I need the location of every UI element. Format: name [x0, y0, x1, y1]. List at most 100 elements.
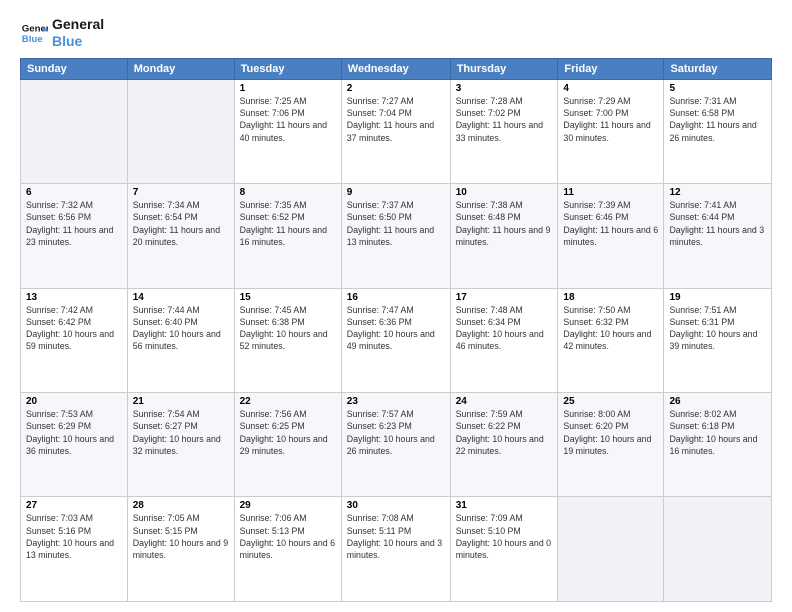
logo-text: General	[52, 16, 104, 33]
calendar-cell: 14Sunrise: 7:44 AM Sunset: 6:40 PM Dayli…	[127, 288, 234, 392]
calendar-cell	[127, 79, 234, 183]
day-info: Sunrise: 7:28 AM Sunset: 7:02 PM Dayligh…	[456, 95, 553, 144]
day-info: Sunrise: 8:02 AM Sunset: 6:18 PM Dayligh…	[669, 408, 766, 457]
day-number: 26	[669, 396, 766, 407]
day-number: 27	[26, 500, 122, 511]
calendar-cell	[558, 497, 664, 602]
calendar-cell: 1Sunrise: 7:25 AM Sunset: 7:06 PM Daylig…	[234, 79, 341, 183]
calendar-cell: 30Sunrise: 7:08 AM Sunset: 5:11 PM Dayli…	[341, 497, 450, 602]
calendar-cell: 3Sunrise: 7:28 AM Sunset: 7:02 PM Daylig…	[450, 79, 558, 183]
calendar-cell: 23Sunrise: 7:57 AM Sunset: 6:23 PM Dayli…	[341, 393, 450, 497]
day-number: 21	[133, 396, 229, 407]
day-info: Sunrise: 7:39 AM Sunset: 6:46 PM Dayligh…	[563, 199, 658, 248]
day-info: Sunrise: 7:50 AM Sunset: 6:32 PM Dayligh…	[563, 304, 658, 353]
calendar-cell	[21, 79, 128, 183]
calendar-week-1: 1Sunrise: 7:25 AM Sunset: 7:06 PM Daylig…	[21, 79, 772, 183]
calendar-cell: 22Sunrise: 7:56 AM Sunset: 6:25 PM Dayli…	[234, 393, 341, 497]
calendar-cell: 8Sunrise: 7:35 AM Sunset: 6:52 PM Daylig…	[234, 184, 341, 288]
day-number: 15	[240, 292, 336, 303]
calendar-cell: 4Sunrise: 7:29 AM Sunset: 7:00 PM Daylig…	[558, 79, 664, 183]
day-info: Sunrise: 7:31 AM Sunset: 6:58 PM Dayligh…	[669, 95, 766, 144]
calendar-cell: 27Sunrise: 7:03 AM Sunset: 5:16 PM Dayli…	[21, 497, 128, 602]
calendar-week-5: 27Sunrise: 7:03 AM Sunset: 5:16 PM Dayli…	[21, 497, 772, 602]
day-number: 11	[563, 187, 658, 198]
logo-subtext: Blue	[52, 33, 104, 50]
day-info: Sunrise: 7:38 AM Sunset: 6:48 PM Dayligh…	[456, 199, 553, 248]
calendar-week-4: 20Sunrise: 7:53 AM Sunset: 6:29 PM Dayli…	[21, 393, 772, 497]
logo: General Blue General Blue	[20, 16, 104, 50]
day-info: Sunrise: 8:00 AM Sunset: 6:20 PM Dayligh…	[563, 408, 658, 457]
weekday-header-friday: Friday	[558, 58, 664, 79]
day-info: Sunrise: 7:45 AM Sunset: 6:38 PM Dayligh…	[240, 304, 336, 353]
weekday-header-thursday: Thursday	[450, 58, 558, 79]
calendar-cell: 25Sunrise: 8:00 AM Sunset: 6:20 PM Dayli…	[558, 393, 664, 497]
calendar-cell: 10Sunrise: 7:38 AM Sunset: 6:48 PM Dayli…	[450, 184, 558, 288]
day-info: Sunrise: 7:35 AM Sunset: 6:52 PM Dayligh…	[240, 199, 336, 248]
day-number: 5	[669, 83, 766, 94]
calendar-cell: 7Sunrise: 7:34 AM Sunset: 6:54 PM Daylig…	[127, 184, 234, 288]
day-number: 3	[456, 83, 553, 94]
day-info: Sunrise: 7:44 AM Sunset: 6:40 PM Dayligh…	[133, 304, 229, 353]
day-number: 24	[456, 396, 553, 407]
day-number: 31	[456, 500, 553, 511]
calendar-cell: 19Sunrise: 7:51 AM Sunset: 6:31 PM Dayli…	[664, 288, 772, 392]
calendar-table: SundayMondayTuesdayWednesdayThursdayFrid…	[20, 58, 772, 602]
calendar-cell: 21Sunrise: 7:54 AM Sunset: 6:27 PM Dayli…	[127, 393, 234, 497]
calendar-cell: 6Sunrise: 7:32 AM Sunset: 6:56 PM Daylig…	[21, 184, 128, 288]
day-number: 25	[563, 396, 658, 407]
calendar-cell	[664, 497, 772, 602]
weekday-header-monday: Monday	[127, 58, 234, 79]
calendar-cell: 26Sunrise: 8:02 AM Sunset: 6:18 PM Dayli…	[664, 393, 772, 497]
day-info: Sunrise: 7:09 AM Sunset: 5:10 PM Dayligh…	[456, 512, 553, 561]
day-info: Sunrise: 7:41 AM Sunset: 6:44 PM Dayligh…	[669, 199, 766, 248]
day-info: Sunrise: 7:05 AM Sunset: 5:15 PM Dayligh…	[133, 512, 229, 561]
calendar-cell: 20Sunrise: 7:53 AM Sunset: 6:29 PM Dayli…	[21, 393, 128, 497]
day-number: 7	[133, 187, 229, 198]
day-number: 12	[669, 187, 766, 198]
header: General Blue General Blue	[20, 16, 772, 50]
page: General Blue General Blue SundayMondayTu…	[0, 0, 792, 612]
calendar-cell: 16Sunrise: 7:47 AM Sunset: 6:36 PM Dayli…	[341, 288, 450, 392]
day-info: Sunrise: 7:32 AM Sunset: 6:56 PM Dayligh…	[26, 199, 122, 248]
calendar-cell: 9Sunrise: 7:37 AM Sunset: 6:50 PM Daylig…	[341, 184, 450, 288]
day-number: 28	[133, 500, 229, 511]
day-number: 9	[347, 187, 445, 198]
day-number: 2	[347, 83, 445, 94]
day-number: 10	[456, 187, 553, 198]
day-info: Sunrise: 7:25 AM Sunset: 7:06 PM Dayligh…	[240, 95, 336, 144]
calendar-week-2: 6Sunrise: 7:32 AM Sunset: 6:56 PM Daylig…	[21, 184, 772, 288]
day-number: 19	[669, 292, 766, 303]
weekday-header-saturday: Saturday	[664, 58, 772, 79]
day-info: Sunrise: 7:48 AM Sunset: 6:34 PM Dayligh…	[456, 304, 553, 353]
calendar-cell: 28Sunrise: 7:05 AM Sunset: 5:15 PM Dayli…	[127, 497, 234, 602]
calendar-cell: 13Sunrise: 7:42 AM Sunset: 6:42 PM Dayli…	[21, 288, 128, 392]
calendar-cell: 2Sunrise: 7:27 AM Sunset: 7:04 PM Daylig…	[341, 79, 450, 183]
day-number: 20	[26, 396, 122, 407]
day-number: 8	[240, 187, 336, 198]
day-number: 4	[563, 83, 658, 94]
day-info: Sunrise: 7:06 AM Sunset: 5:13 PM Dayligh…	[240, 512, 336, 561]
svg-text:Blue: Blue	[22, 34, 43, 45]
day-number: 16	[347, 292, 445, 303]
weekday-header-wednesday: Wednesday	[341, 58, 450, 79]
weekday-header-tuesday: Tuesday	[234, 58, 341, 79]
day-info: Sunrise: 7:03 AM Sunset: 5:16 PM Dayligh…	[26, 512, 122, 561]
calendar-cell: 17Sunrise: 7:48 AM Sunset: 6:34 PM Dayli…	[450, 288, 558, 392]
day-number: 23	[347, 396, 445, 407]
day-info: Sunrise: 7:53 AM Sunset: 6:29 PM Dayligh…	[26, 408, 122, 457]
calendar-cell: 11Sunrise: 7:39 AM Sunset: 6:46 PM Dayli…	[558, 184, 664, 288]
weekday-header-row: SundayMondayTuesdayWednesdayThursdayFrid…	[21, 58, 772, 79]
day-info: Sunrise: 7:57 AM Sunset: 6:23 PM Dayligh…	[347, 408, 445, 457]
day-info: Sunrise: 7:08 AM Sunset: 5:11 PM Dayligh…	[347, 512, 445, 561]
day-number: 1	[240, 83, 336, 94]
logo-icon: General Blue	[20, 19, 48, 47]
calendar-cell: 15Sunrise: 7:45 AM Sunset: 6:38 PM Dayli…	[234, 288, 341, 392]
day-number: 29	[240, 500, 336, 511]
day-info: Sunrise: 7:51 AM Sunset: 6:31 PM Dayligh…	[669, 304, 766, 353]
day-info: Sunrise: 7:54 AM Sunset: 6:27 PM Dayligh…	[133, 408, 229, 457]
day-info: Sunrise: 7:34 AM Sunset: 6:54 PM Dayligh…	[133, 199, 229, 248]
day-info: Sunrise: 7:47 AM Sunset: 6:36 PM Dayligh…	[347, 304, 445, 353]
day-number: 6	[26, 187, 122, 198]
calendar-cell: 12Sunrise: 7:41 AM Sunset: 6:44 PM Dayli…	[664, 184, 772, 288]
calendar-cell: 24Sunrise: 7:59 AM Sunset: 6:22 PM Dayli…	[450, 393, 558, 497]
